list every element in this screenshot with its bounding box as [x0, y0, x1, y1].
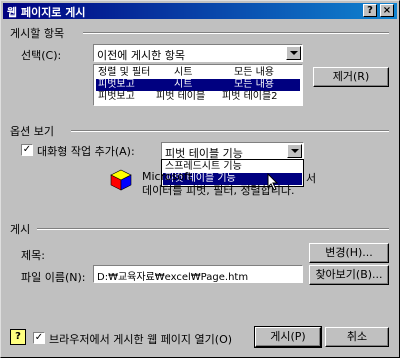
item-select[interactable]: 이전에 게시한 항목	[93, 44, 303, 62]
list-item[interactable]: 정렬 및 필터 시트 모든 내용	[96, 67, 300, 79]
browse-button[interactable]: 찾아보기(B)...	[309, 265, 389, 285]
change-title-button[interactable]: 변경(H)...	[309, 243, 389, 263]
interactive-checkbox[interactable]: ✓	[21, 144, 33, 156]
web-components-icon	[110, 169, 132, 191]
published-items-list[interactable]: 정렬 및 필터 시트 모든 내용 피벗보고 시트 모든 내용 피벗보고 피벗 테…	[93, 64, 303, 106]
list-item[interactable]: 피벗보고 피벗 테이블 피벗 테이블2	[96, 91, 300, 103]
interactive-label: 대화형 작업 추가(A):	[37, 145, 135, 158]
publish-section-header: 게시할 항목	[10, 27, 65, 40]
cancel-button[interactable]: 취소	[325, 327, 389, 347]
select-label: 선택(C):	[21, 49, 62, 62]
window-title: 웹 페이지로 게시	[7, 6, 86, 19]
interactive-type-select[interactable]: 피벗 테이블 기능	[161, 142, 304, 160]
open-in-browser-label: 브라우저에서 게시한 웹 페이지 열기(O)	[49, 333, 233, 346]
list-item[interactable]: 피벗보고 시트 모든 내용	[96, 79, 300, 91]
remove-button[interactable]: 제거(R)	[313, 67, 389, 87]
filename-label: 파일 이름(N):	[21, 271, 86, 284]
chevron-down-icon[interactable]	[286, 46, 301, 60]
publish-as-section-header: 게시	[10, 223, 31, 236]
filename-value: D:₩교육자료₩excel₩Page.htm	[97, 272, 249, 283]
item-select-value: 이전에 게시한 항목	[97, 49, 185, 62]
open-in-browser-checkbox[interactable]: ✓	[33, 332, 45, 344]
help-tip-icon[interactable]: ?	[10, 329, 26, 345]
options-section-header: 옵션 보기	[10, 125, 54, 138]
mouse-pointer-icon	[267, 173, 279, 191]
filename-input[interactable]: D:₩교육자료₩excel₩Page.htm	[93, 265, 303, 283]
title-label: 제목:	[21, 249, 45, 262]
publish-as-section-divider	[37, 228, 389, 230]
description-suffix: 서	[306, 172, 317, 185]
options-section-divider	[71, 130, 389, 132]
chevron-down-icon[interactable]	[287, 144, 302, 158]
publish-web-page-dialog: 웹 페이지로 게시 ? × 게시할 항목 선택(C): 이전에 게시한 항목 정…	[0, 0, 400, 358]
publish-section-divider	[83, 32, 389, 34]
close-icon[interactable]: ×	[380, 4, 394, 17]
publish-button[interactable]: 게시(P)	[254, 326, 322, 348]
title-bar: 웹 페이지로 게시 ? ×	[3, 3, 397, 19]
help-icon[interactable]: ?	[363, 4, 377, 17]
